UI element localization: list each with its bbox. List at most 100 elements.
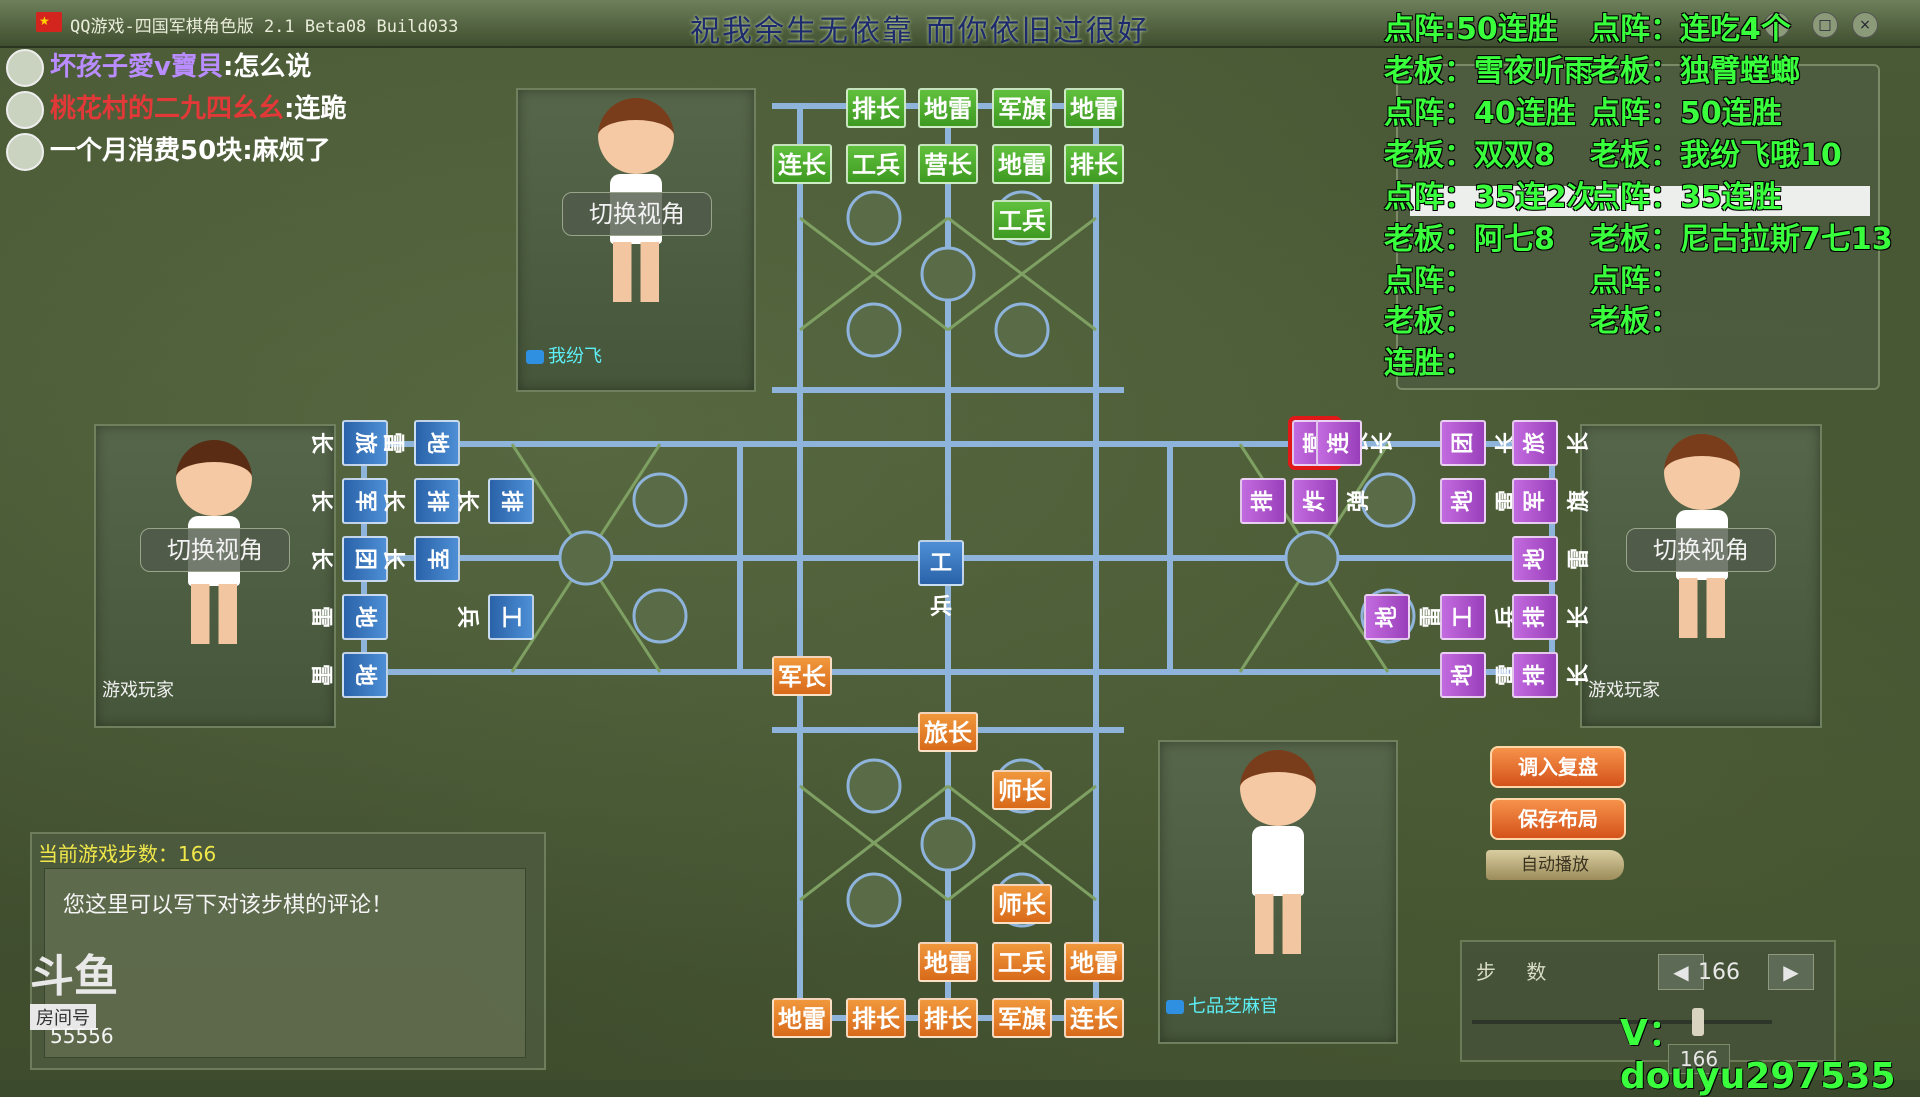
overlay-line: 点阵：	[1590, 264, 1680, 299]
player-legs	[191, 584, 237, 644]
game-piece[interactable]: 工兵	[992, 942, 1052, 982]
player-body	[1252, 826, 1304, 896]
game-piece[interactable]: 排长	[918, 998, 978, 1038]
chat-message: 麻烦了	[252, 136, 331, 166]
chat-line: 一个月消费50块:麻烦了	[6, 130, 331, 171]
game-piece[interactable]: 军旗	[1512, 478, 1592, 524]
game-piece[interactable]: 连长	[772, 144, 832, 184]
game-piece[interactable]: 营长	[918, 144, 978, 184]
comment-placeholder: 您这里可以写下对该步棋的评论！	[63, 893, 394, 918]
current-step-label: 当前游戏步数：166	[38, 842, 217, 866]
player-name: 我纷飞	[526, 342, 602, 368]
game-piece[interactable]: 军旗	[992, 88, 1052, 128]
game-piece[interactable]: 地雷	[1064, 942, 1124, 982]
game-piece[interactable]: 地雷	[918, 88, 978, 128]
game-piece[interactable]: 旅长	[918, 712, 978, 752]
game-piece[interactable]: 排长	[1512, 652, 1592, 698]
game-piece[interactable]: 地雷	[1440, 652, 1520, 698]
chat-separator: :	[222, 52, 234, 82]
game-piece[interactable]: 地雷	[308, 594, 388, 640]
autoplay-button[interactable]: 自动播放	[1486, 850, 1624, 880]
overlay-line: 老板：我纷飞哦10	[1590, 138, 1842, 173]
game-piece[interactable]: 连长	[1064, 998, 1124, 1038]
player-avatar	[1240, 750, 1316, 826]
overlay-line: 点阵：50连胜	[1590, 96, 1782, 131]
player-legs	[613, 242, 659, 302]
game-piece[interactable]: 军长	[772, 656, 832, 696]
chat-message: 怎么说	[233, 52, 312, 82]
game-piece[interactable]: 地雷	[380, 420, 460, 466]
game-piece[interactable]: 地雷	[308, 652, 388, 698]
room-number: 55556	[50, 1024, 114, 1048]
game-piece[interactable]: 师长	[992, 770, 1052, 810]
game-piece[interactable]: 地雷	[1064, 88, 1124, 128]
game-piece[interactable]: 排长	[846, 998, 906, 1038]
next-step-icon[interactable]: ▶	[1768, 954, 1814, 990]
game-piece[interactable]: 军长	[380, 536, 460, 582]
game-piece[interactable]: 地雷	[772, 998, 832, 1038]
player-avatar	[1664, 434, 1740, 510]
game-piece[interactable]: 地雷	[1364, 594, 1444, 640]
player-name: 七品芝麻官	[1166, 992, 1278, 1018]
game-piece[interactable]: 军旗	[992, 998, 1052, 1038]
save-layout-button[interactable]: 保存布局	[1490, 798, 1626, 840]
switch-view-button[interactable]: 切换视角	[140, 528, 290, 572]
chat-message: 连跪	[294, 94, 347, 124]
overlay-line: 点阵：连吃4个	[1590, 12, 1791, 47]
player-legs	[1255, 894, 1301, 954]
game-piece[interactable]: 排长	[1240, 478, 1320, 524]
player-panel-bottom: 七品芝麻官	[1158, 740, 1398, 1044]
player-panel-top: 切换视角 我纷飞	[516, 88, 756, 392]
game-piece[interactable]: 工兵	[992, 200, 1052, 240]
game-piece[interactable]: 排长	[454, 478, 534, 524]
chat-line: 坏孩子愛v寶貝:怎么说	[6, 46, 311, 87]
game-piece[interactable]: 排长	[846, 88, 906, 128]
game-piece[interactable]: 旅长	[1512, 420, 1592, 466]
overlay-line: 老板：	[1384, 304, 1474, 339]
overlay-line: 点阵：35连2次	[1384, 180, 1597, 215]
game-piece[interactable]: 地雷	[1512, 536, 1592, 582]
overlay-line: 点阵：	[1384, 264, 1474, 299]
window-title: QQ游戏-四国军棋角色版 2.1 Beta08 Build033	[70, 17, 459, 37]
diamond-icon	[526, 350, 544, 364]
player-avatar	[176, 440, 252, 516]
overlay-line: 老板：雪夜听雨	[1384, 54, 1594, 89]
chat-line: 桃花村的二九四幺幺:连跪	[6, 88, 346, 129]
game-piece[interactable]: 工兵	[454, 594, 534, 640]
overlay-line: 连胜：	[1384, 346, 1474, 381]
game-piece[interactable]: 工兵	[918, 540, 964, 620]
steps-label: 步 数	[1476, 960, 1559, 984]
overlay-line: 点阵:50连胜	[1384, 12, 1558, 47]
player-name-text: 七品芝麻官	[1188, 996, 1278, 1017]
chat-user: 桃花村的二九四幺幺	[50, 94, 285, 124]
player-legs	[1679, 578, 1725, 638]
game-piece[interactable]: 地雷	[992, 144, 1052, 184]
diamond-icon	[1166, 1000, 1184, 1014]
contact-text: V：douyu297535	[1620, 1013, 1896, 1097]
player-avatar	[598, 98, 674, 174]
load-replay-button[interactable]: 调入复盘	[1490, 746, 1626, 788]
player-panel-right: 切换视角 游戏玩家	[1580, 424, 1822, 728]
game-piece[interactable]: 师长	[992, 884, 1052, 924]
overlay-line: 老板：阿七8	[1384, 222, 1555, 257]
switch-view-button[interactable]: 切换视角	[1626, 528, 1776, 572]
overlay-line: 老板：双双8	[1384, 138, 1555, 173]
chat-user: 一个月消费50块	[50, 136, 243, 166]
overlay-line: 点阵：35连胜	[1590, 180, 1782, 215]
game-piece[interactable]: 排长	[1064, 144, 1124, 184]
overlay-line: 老板：独臂螳螂	[1590, 54, 1800, 89]
game-piece[interactable]: 地雷	[1440, 478, 1520, 524]
user-avatar-icon	[6, 48, 44, 87]
close-icon[interactable]: ×	[1852, 12, 1878, 38]
game-piece[interactable]: 团长	[1440, 420, 1520, 466]
chat-user: 坏孩子愛v寶貝	[50, 52, 223, 82]
maximize-icon[interactable]: □	[1812, 12, 1838, 38]
overlay-line: 点阵：40连胜	[1384, 96, 1576, 131]
game-piece[interactable]: 排长	[1512, 594, 1592, 640]
game-piece[interactable]: 地雷	[918, 942, 978, 982]
game-piece[interactable]: 炸弹	[1292, 478, 1372, 524]
game-piece[interactable]: 工兵	[846, 144, 906, 184]
flag-icon	[36, 12, 62, 32]
game-piece[interactable]: 连长	[1316, 420, 1396, 466]
switch-view-button[interactable]: 切换视角	[562, 192, 712, 236]
